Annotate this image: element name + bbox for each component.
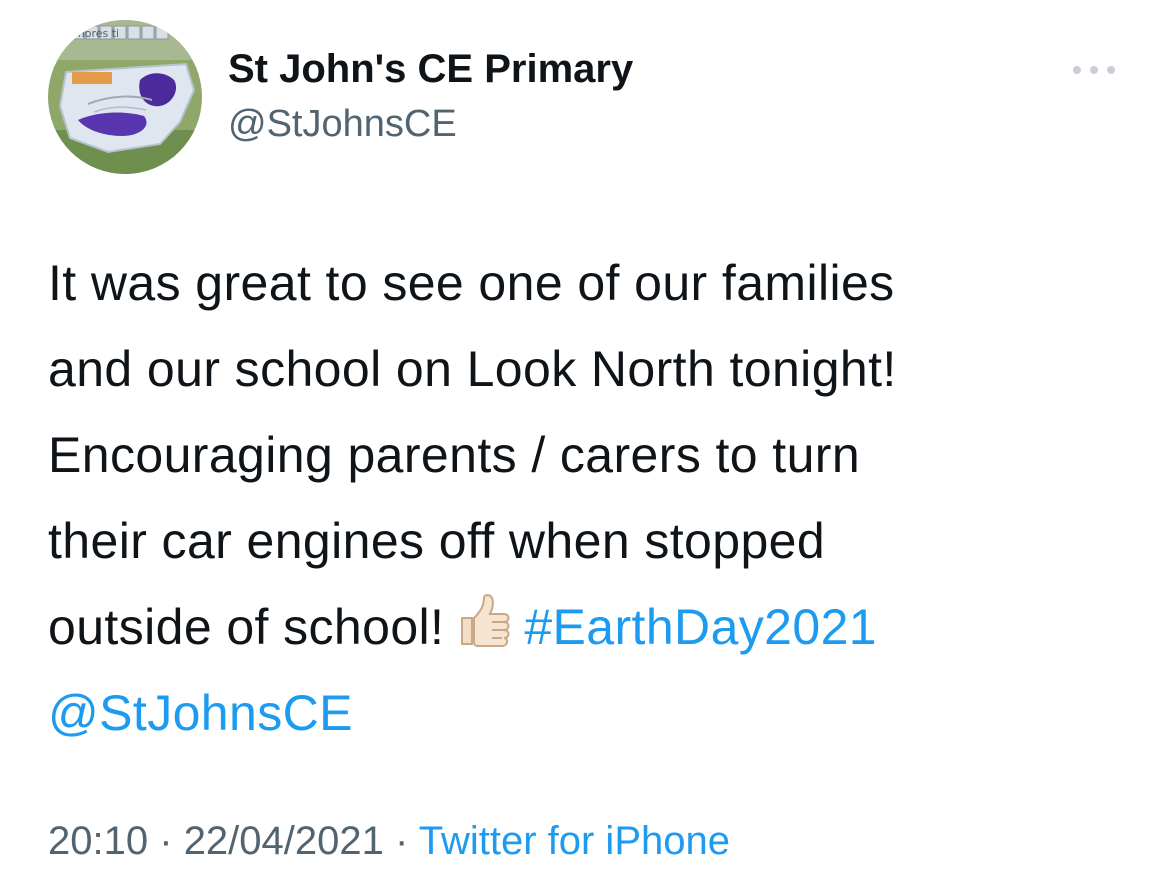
author-display-name[interactable]: St John's CE Primary (228, 44, 633, 94)
tweet: mores ti St John's CE Primary @StJohnsCE… (0, 0, 1170, 896)
tweet-text-line: outside of school! #EarthDay2021 (48, 584, 1138, 670)
tweet-text-line: It was great to see one of our families (48, 255, 895, 311)
ellipsis-icon (1073, 66, 1115, 74)
hashtag-link[interactable]: #EarthDay2021 (524, 599, 877, 655)
tweet-text-line: Encouraging parents / carers to turn (48, 427, 861, 483)
avatar-caption: mores ti (74, 27, 119, 40)
tweet-text-line: their car engines off when stopped (48, 513, 826, 569)
tweet-text: It was great to see one of our families … (48, 240, 1138, 756)
tweet-date[interactable]: 22/04/2021 (184, 819, 384, 863)
tweet-text-line: @StJohnsCE (48, 670, 1138, 756)
tweet-source-link[interactable]: Twitter for iPhone (419, 819, 730, 863)
meta-separator: · (159, 819, 173, 863)
avatar-image: mores ti (48, 20, 202, 174)
more-options-button[interactable] (1062, 52, 1126, 88)
avatar[interactable]: mores ti (48, 20, 202, 174)
tweet-meta: 20:10 · 22/04/2021 · Twitter for iPhone (48, 816, 730, 866)
author-handle[interactable]: @StJohnsCE (228, 100, 457, 148)
mention-link[interactable]: @StJohnsCE (48, 685, 353, 741)
thumbs-up-icon (454, 590, 512, 648)
tweet-text-line: and our school on Look North tonight! (48, 341, 897, 397)
meta-separator: · (395, 819, 409, 863)
tweet-time[interactable]: 20:10 (48, 819, 148, 863)
tweet-text-fragment: outside of school! (48, 599, 445, 655)
